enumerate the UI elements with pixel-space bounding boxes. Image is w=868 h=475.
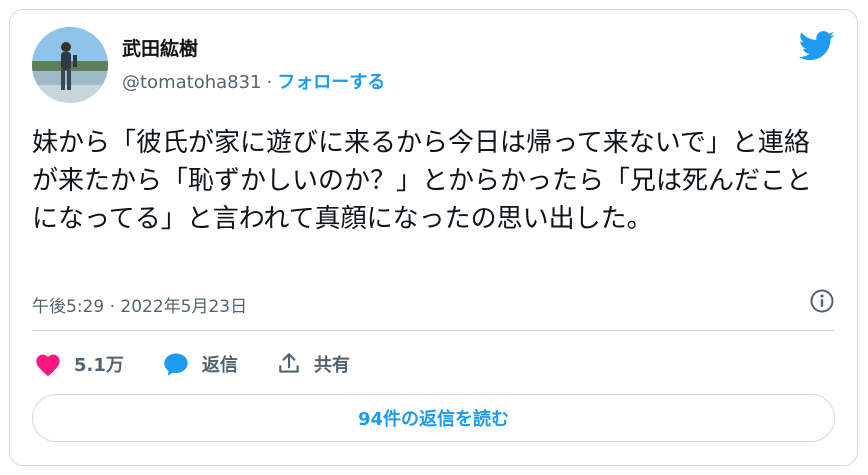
share-icon [276,351,302,377]
like-button[interactable]: 5.1万 [34,351,124,377]
tweet-card: 武田紘樹 @tomatoha831 · フォローする 妹から「彼氏が家に遊びに来るか… [9,9,858,466]
separator: · [266,72,273,93]
tweet-timestamp[interactable]: 午後5:29 · 2022年5月23日 [32,292,247,317]
handle-row: @tomatoha831 · フォローする [122,68,385,94]
action-bar: 5.1万 返信 共有 [34,346,388,382]
follow-button[interactable]: フォローする [277,72,385,93]
divider [32,330,835,331]
share-button[interactable]: 共有 [276,351,350,377]
speech-bubble-icon [162,351,190,377]
like-count: 5.1万 [74,355,124,376]
author-handle[interactable]: @tomatoha831 [122,72,262,93]
tweet-text: 妹から「彼氏が家に遊びに来るから今日は帰って来ないで」と連絡が来たから「恥ずかし… [32,128,813,234]
reply-label: 返信 [201,355,238,376]
reply-button[interactable]: 返信 [162,351,238,377]
twitter-bird-icon[interactable] [798,31,835,61]
read-replies-label: 94件の返信を読む [357,409,510,430]
share-label: 共有 [313,355,350,376]
heart-icon [34,351,62,377]
author-name[interactable]: 武田紘樹 [122,34,198,61]
avatar[interactable] [32,27,108,103]
read-replies-button[interactable]: 94件の返信を読む [32,394,835,442]
info-icon[interactable] [809,288,835,314]
